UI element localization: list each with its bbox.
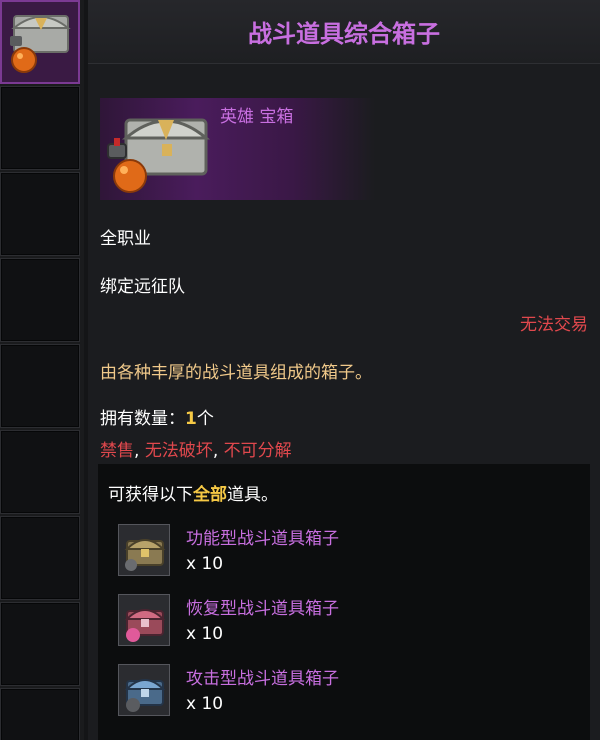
owned-unit: 个 <box>196 409 214 429</box>
trade-status: 无法交易 <box>520 315 588 335</box>
inventory-slot[interactable] <box>0 86 80 170</box>
contents-prefix: 可获得以下 <box>108 485 193 505</box>
inventory-slot[interactable] <box>0 688 80 740</box>
red-chest-icon <box>119 595 169 645</box>
reward-name: 恢复型战斗道具箱子 <box>186 599 339 619</box>
inventory-slot[interactable] <box>0 258 80 342</box>
inventory-slot-selected[interactable] <box>0 0 80 84</box>
combat-item-chest-icon <box>2 2 78 82</box>
reward-count: x 10 <box>186 694 224 714</box>
reward-item[interactable]: 功能型战斗道具箱子 x 10 <box>118 524 578 584</box>
restriction-separator: , <box>134 441 145 461</box>
inventory-slot[interactable] <box>0 516 80 600</box>
inventory-slot[interactable] <box>0 602 80 686</box>
hero-chest-icon <box>107 118 211 193</box>
class-requirement: 全职业 <box>100 229 151 249</box>
reward-icon-frame <box>118 594 170 646</box>
reward-icon-frame <box>118 664 170 716</box>
item-title: 战斗道具综合箱子 <box>248 20 440 48</box>
bind-status: 绑定远征队 <box>100 277 185 297</box>
reward-item[interactable]: 攻击型战斗道具箱子 x 10 <box>118 664 578 724</box>
reward-item[interactable]: 恢复型战斗道具箱子 x 10 <box>118 594 578 654</box>
owned-label: 拥有数量： <box>100 409 185 429</box>
tooltip-title-bar: 战斗道具综合箱子 <box>88 0 600 64</box>
restriction-tag: 禁售 <box>100 441 134 461</box>
box-contents-section: 可获得以下全部道具。 功能型战斗道具箱子 x 10 恢复型战斗道具箱子 x 10… <box>98 464 590 740</box>
reward-name: 攻击型战斗道具箱子 <box>186 669 339 689</box>
owned-quantity: 拥有数量：1个 <box>100 404 214 429</box>
blue-chest-icon <box>119 665 169 715</box>
reward-count: x 10 <box>186 624 224 644</box>
item-description: 由各种丰厚的战斗道具组成的箱子。 <box>100 363 372 383</box>
contents-suffix: 道具。 <box>227 485 278 505</box>
item-restrictions: 禁售, 无法破坏, 不可分解 <box>100 436 292 461</box>
restriction-tag: 无法破坏 <box>144 441 213 461</box>
reward-name: 功能型战斗道具箱子 <box>186 529 339 549</box>
restriction-tag: 不可分解 <box>223 441 292 461</box>
contents-heading: 可获得以下全部道具。 <box>108 480 278 505</box>
inventory-slot[interactable] <box>0 172 80 256</box>
reward-count: x 10 <box>186 554 224 574</box>
item-grade-type: 英雄 宝箱 <box>220 107 294 127</box>
restriction-separator: , <box>212 441 224 461</box>
reward-icon-frame <box>118 524 170 576</box>
inventory-slot[interactable] <box>0 430 80 514</box>
inventory-slot[interactable] <box>0 344 80 428</box>
contents-highlight: 全部 <box>193 485 227 505</box>
gold-chest-icon <box>119 525 169 575</box>
item-tooltip-panel: 战斗道具综合箱子 英雄 宝箱 全职业 绑定远征队 无法交易 由各种丰厚的战斗道具… <box>88 0 600 740</box>
inventory-slot-column <box>0 0 84 740</box>
owned-count: 1 <box>185 409 197 429</box>
